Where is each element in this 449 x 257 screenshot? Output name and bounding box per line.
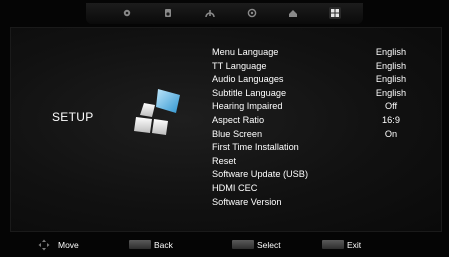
menu-item-label: Menu Language (212, 47, 279, 57)
menu-item-first-time-installation[interactable]: First Time Installation (212, 141, 437, 155)
home-icon[interactable] (287, 7, 299, 19)
menu-item-label: TT Language (212, 60, 267, 71)
menu-item-label: Aspect Ratio (212, 114, 265, 125)
menu-item-blue-screen[interactable]: Blue Screen On (212, 128, 437, 142)
ok-key-icon (232, 240, 254, 249)
picture-icon[interactable] (121, 7, 133, 19)
menu-item-value: English (375, 47, 407, 57)
menu-item-label: Audio Languages (212, 74, 284, 85)
menu-item-software-update-usb[interactable]: Software Update (USB) (212, 168, 437, 182)
menu-item-value: English (375, 87, 407, 98)
back-key-icon (129, 240, 151, 249)
sound-icon[interactable] (162, 7, 174, 19)
exit-key-icon (322, 240, 344, 249)
menu-item-audio-languages[interactable]: Audio Languages English (212, 73, 437, 87)
menu-item-value: 16:9 (382, 114, 400, 125)
tv-screen: SETUP Menu Language English TT Language (0, 0, 449, 257)
menu-item-value: English (375, 60, 407, 71)
setup-tiles-icon (130, 83, 185, 138)
menu-item-label: Reset (212, 155, 237, 166)
menu-item-label: HDMI CEC (212, 182, 258, 193)
menu-item-label: Blue Screen (212, 128, 263, 139)
menu-item-label: Software Update (USB) (212, 169, 308, 180)
lock-icon[interactable] (246, 7, 258, 19)
menu-item-reset[interactable]: Reset (212, 155, 437, 169)
menu-item-value: On (384, 128, 398, 139)
menu-item-tt-language[interactable]: TT Language English (212, 60, 437, 74)
menu-item-label: Hearing Impaired (212, 101, 283, 112)
menu-item-label: First Time Installation (212, 142, 299, 153)
menu-item-label: Software Version (212, 196, 282, 207)
setup-menu-list: Menu Language English TT Language Englis… (212, 46, 437, 209)
menu-item-subtitle-language[interactable]: Subtitle Language English (212, 87, 437, 101)
top-menu-bar (86, 3, 363, 24)
menu-item-software-version[interactable]: Software Version (212, 196, 437, 210)
menu-item-hearing-impaired[interactable]: Hearing Impaired Off (212, 100, 437, 114)
menu-item-label: Subtitle Language (212, 87, 287, 98)
menu-item-menu-language[interactable]: Menu Language English (212, 46, 437, 60)
page-title: SETUP (52, 110, 94, 124)
setup-grid-icon[interactable] (329, 7, 341, 19)
dpad-icon (38, 239, 50, 254)
menu-item-hdmi-cec[interactable]: HDMI CEC (212, 182, 437, 196)
channel-icon[interactable] (204, 7, 216, 19)
menu-item-value: English (375, 74, 407, 85)
key-hint-bar: Move Back Select Exit (0, 233, 449, 257)
menu-item-aspect-ratio[interactable]: Aspect Ratio 16:9 (212, 114, 437, 128)
menu-item-value: Off (384, 101, 398, 112)
